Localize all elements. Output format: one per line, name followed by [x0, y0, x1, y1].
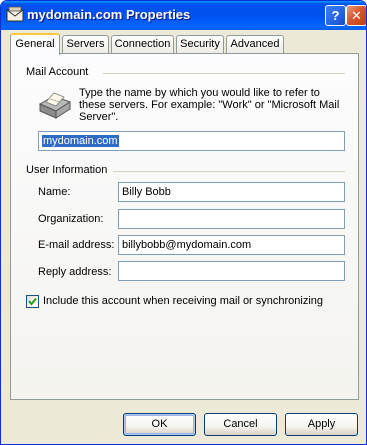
- mail-account-description: Type the name by which you would like to…: [79, 87, 340, 123]
- email-input[interactable]: billybobb@mydomain.com: [118, 235, 345, 255]
- tab-security[interactable]: Security: [176, 35, 224, 54]
- help-button[interactable]: ?: [325, 5, 346, 26]
- email-label: E-mail address:: [38, 239, 115, 251]
- tab-connection[interactable]: Connection: [111, 35, 174, 54]
- user-information-divider: [113, 171, 345, 172]
- tab-servers[interactable]: Servers: [62, 35, 109, 54]
- include-account-label[interactable]: Include this account when receiving mail…: [43, 295, 323, 307]
- cancel-button[interactable]: Cancel: [204, 413, 277, 436]
- mail-account-icon: [6, 6, 24, 22]
- general-tab-panel: Mail Account Type the name by which you …: [10, 53, 359, 400]
- name-label: Name:: [38, 186, 71, 198]
- organization-label: Organization:: [38, 213, 104, 225]
- organization-input[interactable]: [118, 209, 345, 229]
- reply-address-label: Reply address:: [38, 266, 112, 278]
- checkmark-icon: [28, 297, 37, 306]
- title-bar[interactable]: mydomain.com Properties ? ✕: [1, 1, 366, 30]
- include-account-checkbox[interactable]: [26, 295, 39, 308]
- tab-advanced[interactable]: Advanced: [226, 35, 284, 54]
- name-input[interactable]: Billy Bobb: [118, 182, 345, 202]
- properties-dialog: mydomain.com Properties ? ✕ General Serv…: [0, 0, 367, 445]
- account-name-input[interactable]: mydomain.com: [38, 131, 345, 151]
- close-button[interactable]: ✕: [346, 5, 366, 26]
- account-name-value: mydomain.com: [42, 135, 119, 147]
- mail-account-divider: [103, 73, 345, 74]
- ok-button[interactable]: OK: [123, 413, 196, 436]
- reply-address-input[interactable]: [118, 261, 345, 281]
- tab-general[interactable]: General: [10, 33, 60, 55]
- mail-account-group-label: Mail Account: [26, 66, 89, 78]
- window-title: mydomain.com Properties: [27, 7, 191, 22]
- mail-server-icon: [38, 92, 72, 119]
- user-information-group-label: User Information: [26, 164, 108, 176]
- apply-button[interactable]: Apply: [285, 413, 358, 436]
